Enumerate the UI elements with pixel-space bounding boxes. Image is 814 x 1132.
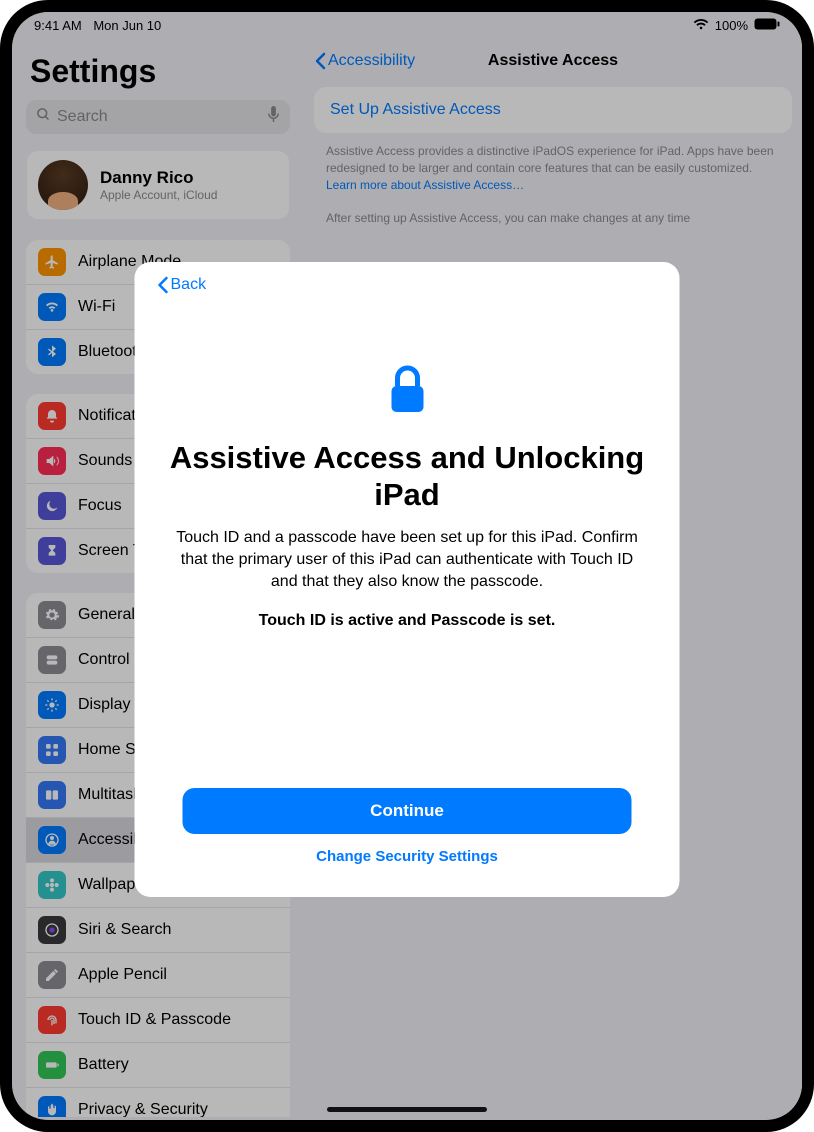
- change-security-settings-link[interactable]: Change Security Settings: [157, 834, 658, 879]
- sheet-back-button[interactable]: Back: [157, 276, 658, 294]
- continue-button[interactable]: Continue: [183, 788, 632, 834]
- sheet-title: Assistive Access and Unlocking iPad: [157, 439, 658, 513]
- chevron-left-icon: [157, 276, 169, 294]
- assistive-access-sheet: Back Assistive Access and Unlocking iPad…: [135, 262, 680, 897]
- sheet-back-label: Back: [171, 276, 207, 294]
- lock-icon: [157, 364, 658, 421]
- sheet-status: Touch ID is active and Passcode is set.: [157, 612, 658, 630]
- home-indicator[interactable]: [327, 1107, 487, 1112]
- sheet-body: Touch ID and a passcode have been set up…: [157, 527, 658, 592]
